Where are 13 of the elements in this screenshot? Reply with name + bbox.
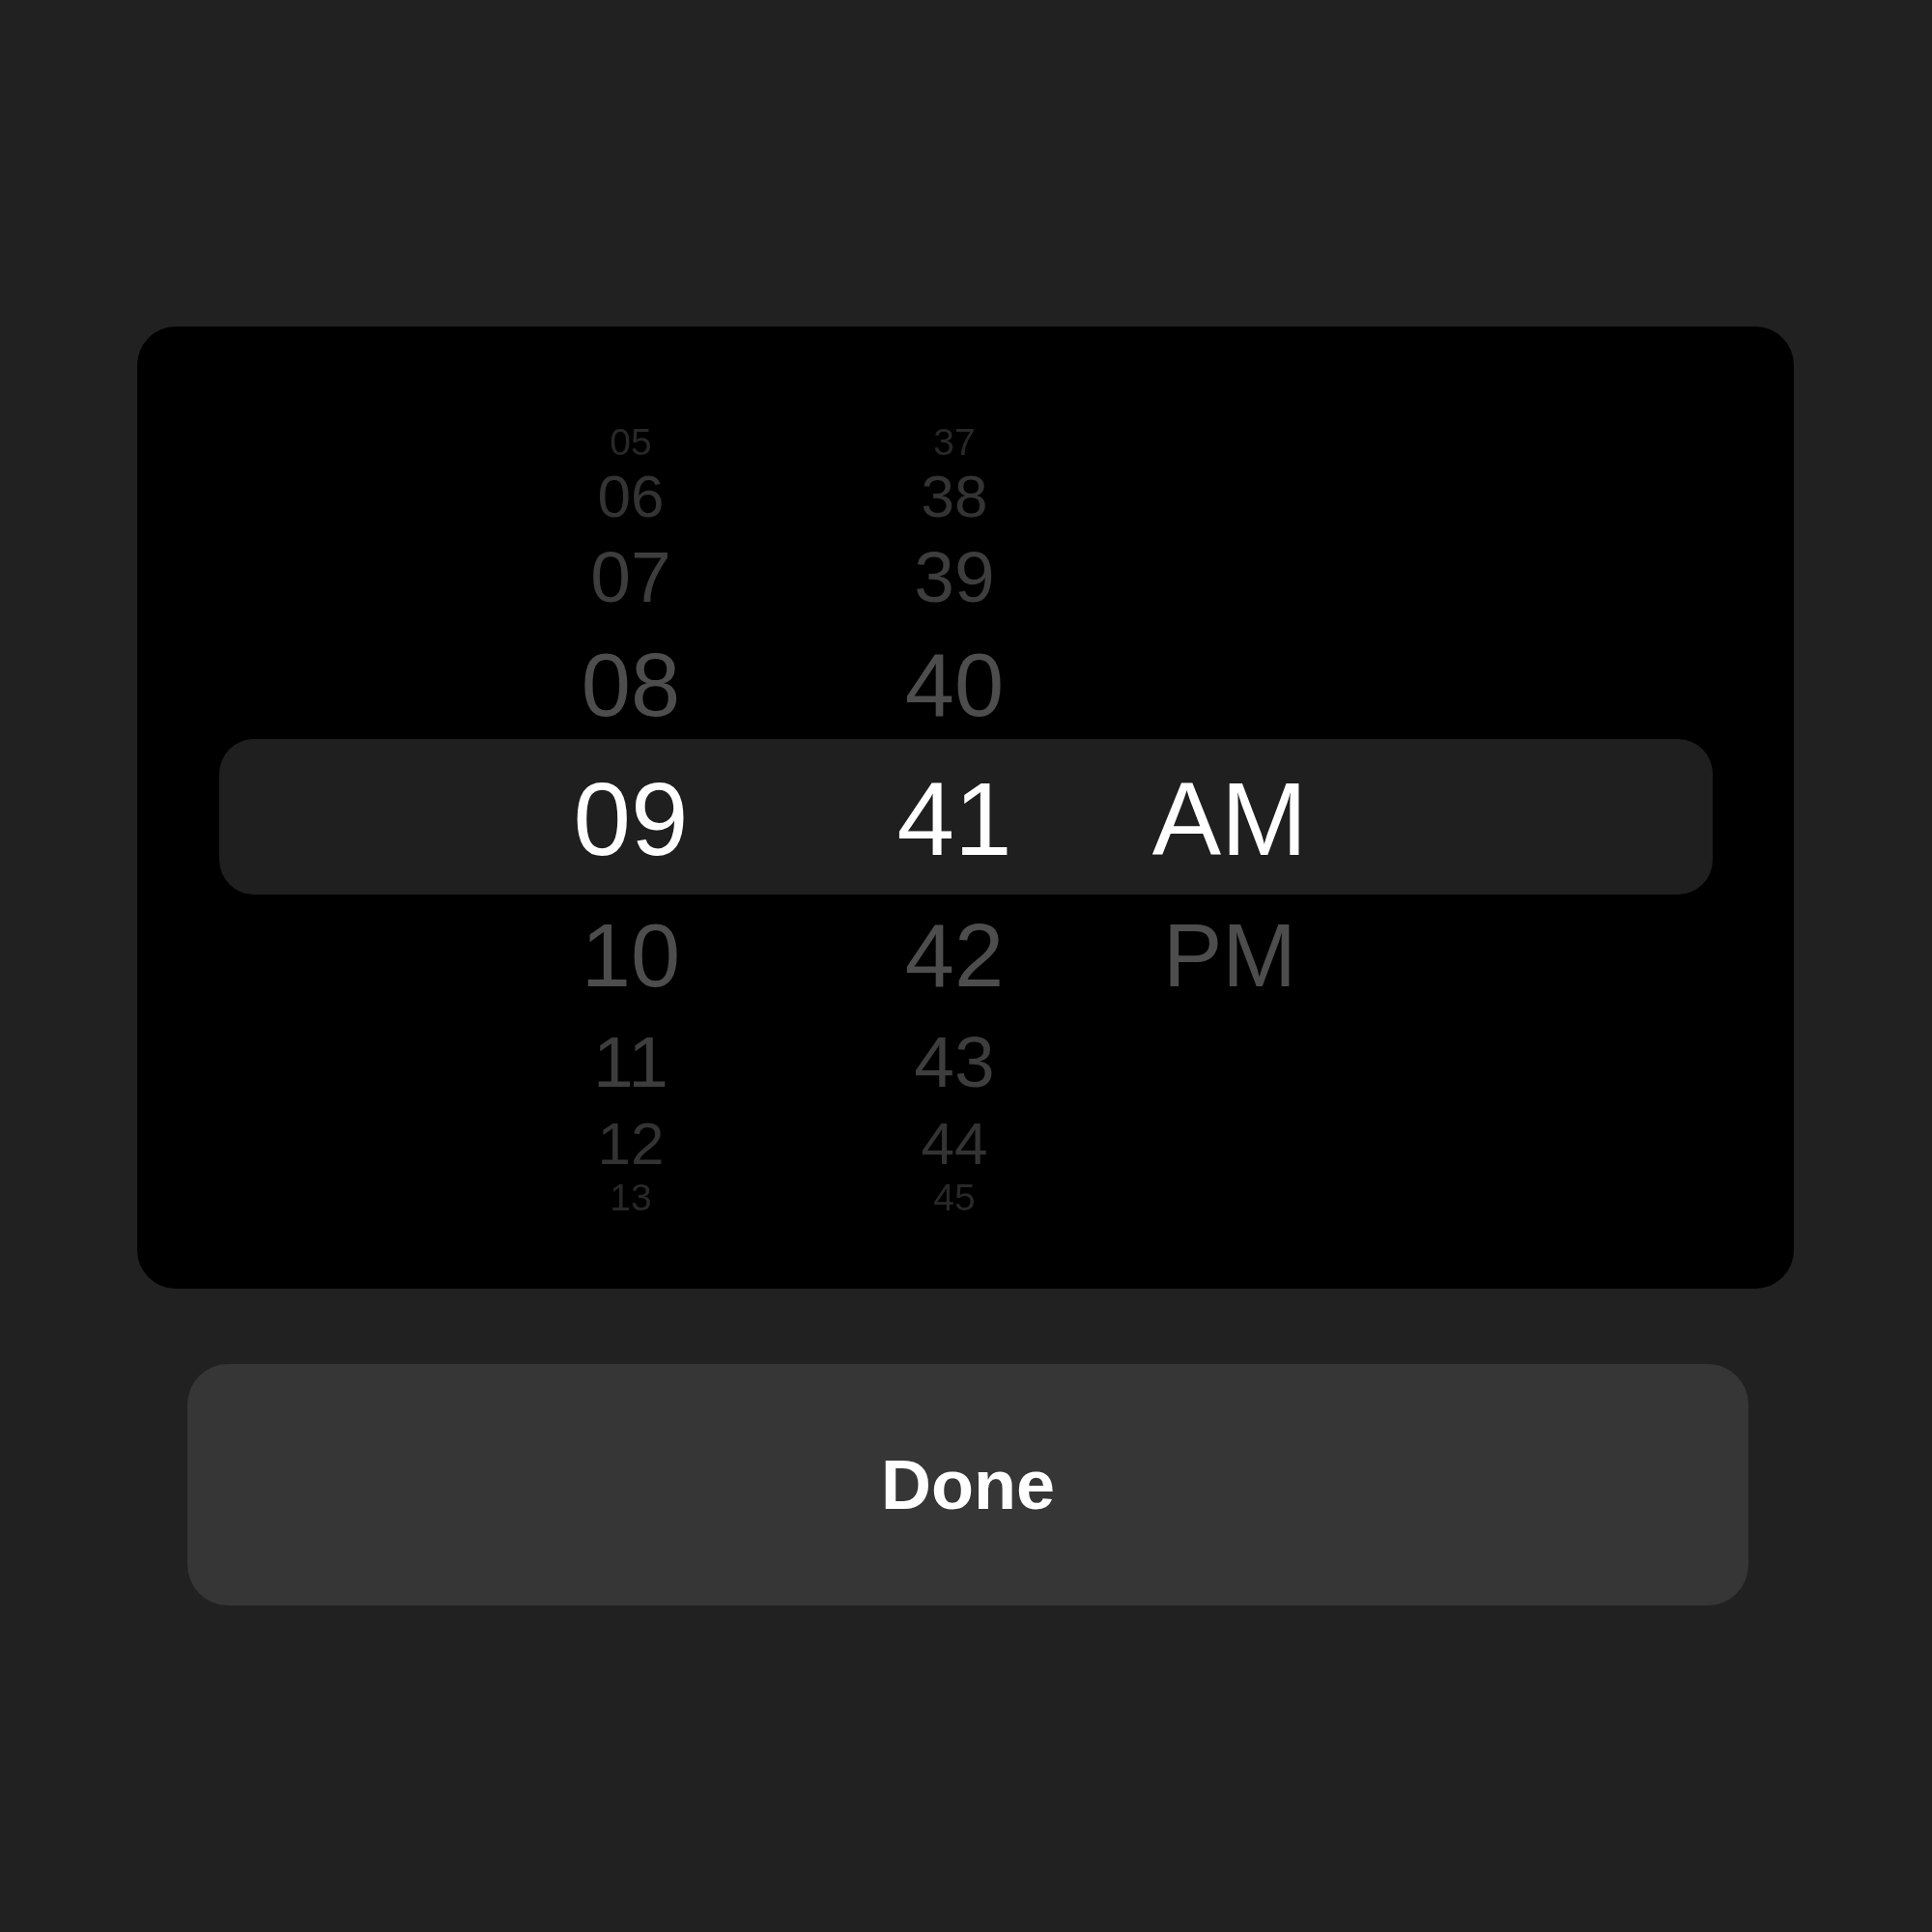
picker-option[interactable]: PM (1163, 910, 1296, 1000)
picker-option[interactable]: 40 (904, 639, 1005, 729)
picker-option[interactable]: 07 (590, 541, 671, 613)
picker-option[interactable]: 10 (581, 910, 681, 1000)
picker-option[interactable]: AM (1151, 768, 1308, 871)
picker-option[interactable]: 11 (593, 1026, 668, 1098)
picker-option[interactable]: 42 (904, 910, 1005, 1000)
picker-option[interactable]: 08 (581, 639, 681, 729)
done-button[interactable]: Done (187, 1364, 1748, 1605)
picker-option[interactable]: 09 (573, 768, 689, 871)
picker-option[interactable]: 43 (914, 1026, 995, 1098)
picker-option[interactable]: 41 (896, 768, 1012, 871)
picker-option[interactable]: 39 (914, 541, 995, 613)
